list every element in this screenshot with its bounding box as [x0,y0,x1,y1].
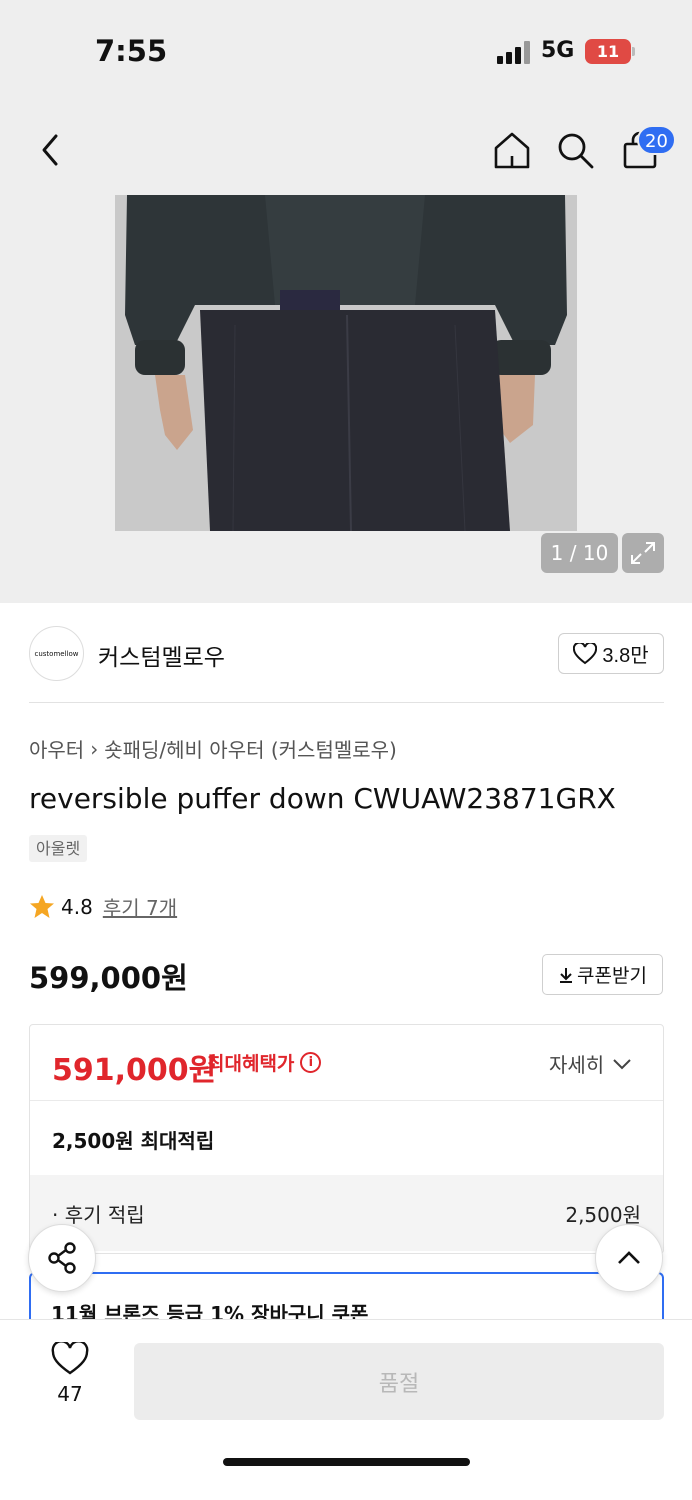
chevron-right-icon: › [90,736,99,761]
benefit-box: 591,000원 최대혜택가 i 자세히 2,500원 최대적립 · 후기 적립… [29,1024,664,1254]
home-indicator [223,1458,470,1466]
breadcrumb: 아우터 › 숏패딩/헤비 아우터 (커스텀멜로우) [29,734,397,763]
expand-button[interactable] [622,533,664,573]
outlet-tag: 아울렛 [29,835,88,862]
max-points: 2,500원 최대적립 [52,1129,215,1153]
network-label: 5G [541,38,575,63]
status-time: 7:55 [95,34,168,68]
chevron-down-icon [613,1058,631,1069]
download-icon [560,967,573,983]
max-benefit-price: 591,000원 [52,1053,217,1088]
share-button[interactable] [28,1224,96,1292]
benefit-detail-toggle[interactable]: 자세히 [549,1049,632,1078]
chevron-left-icon [42,134,58,166]
home-button[interactable] [492,130,532,170]
max-benefit-text: 최대혜택가 [207,1053,295,1075]
rating-score: 4.8 [61,894,93,919]
brand-like-button[interactable]: 3.8만 [558,633,664,674]
brand-like-count: 3.8만 [602,645,649,667]
star-icon [30,895,54,918]
wish-button[interactable]: 47 [40,1340,100,1406]
brand-name[interactable]: 커스텀멜로우 [98,638,225,672]
heart-icon [51,1340,89,1375]
top-navbar [0,100,692,195]
status-bar: 7:55 5G 11 [0,0,692,100]
review-link[interactable]: 후기 7개 [103,892,177,921]
info-icon[interactable]: i [300,1052,322,1073]
product-title: reversible puffer down CWUAW23871GRX [29,782,616,815]
signal-icon [497,40,533,64]
battery-icon: 11 [585,39,631,64]
battery-tip [632,47,635,56]
back-button[interactable] [32,130,68,170]
expand-icon [631,542,655,564]
benefit-header: 591,000원 최대혜택가 i 자세히 [30,1025,663,1101]
scroll-top-button[interactable] [595,1224,663,1292]
search-icon [558,133,594,169]
detail-toggle-label: 자세히 [549,1055,605,1077]
coupon-download-label: 쿠폰받기 [577,966,647,987]
chevron-up-icon [618,1251,640,1264]
product-photo[interactable] [115,195,577,531]
product-gallery[interactable]: 1 / 10 [0,100,692,603]
coupon-download-button[interactable]: 쿠폰받기 [542,954,663,995]
original-price: 599,000원 [29,961,188,995]
cart-count-badge: 20 [637,125,676,155]
search-button[interactable] [555,130,595,170]
rating: 4.8 후기 7개 [29,892,177,921]
bottom-action-bar: 47 품절 [0,1319,692,1500]
soldout-button[interactable]: 품절 [134,1343,664,1420]
home-icon [494,132,530,169]
divider [29,702,664,703]
wish-count: 47 [57,1382,83,1406]
breadcrumb-item-outer[interactable]: 아우터 [29,734,84,763]
heart-icon [573,642,598,664]
max-benefit-label: 최대혜택가 i [207,1049,322,1076]
product-image [115,195,577,531]
breadcrumb-item-padding[interactable]: 숏패딩/헤비 아우터 (커스텀멜로우) [104,734,397,763]
brand-logo[interactable]: customellow [29,626,84,681]
share-icon [48,1242,76,1274]
image-pager: 1 / 10 [541,533,618,573]
review-points-row: · 후기 적립 2,500원 [30,1175,663,1251]
